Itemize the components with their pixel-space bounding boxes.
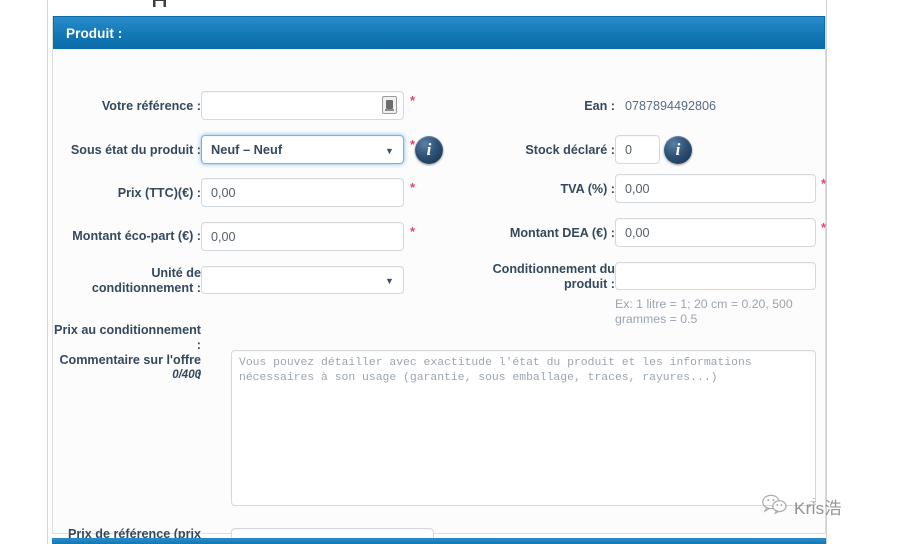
montant-dea-input[interactable] [615, 218, 816, 247]
panel-body: Votre référence : * Ean : 0787894492806 … [53, 49, 827, 544]
label-votre-reference: Votre référence : [101, 99, 201, 113]
stock-declare-input[interactable] [615, 135, 660, 164]
required-marker-votre-reference: * [410, 93, 416, 108]
tva-input[interactable] [615, 174, 816, 203]
label-tva: TVA (%) : [560, 182, 615, 196]
screen-root: Produit : Votre référence : * Ean : 0787… [0, 0, 900, 544]
required-marker-tva: * [821, 176, 827, 191]
label-prix-au-conditionnement: Prix au conditionnement : [54, 323, 201, 352]
sous-etat-du-produit-select[interactable]: Neuf – Neuf [201, 135, 404, 164]
label-sous-etat-du-produit: Sous état du produit : [70, 143, 201, 157]
watermark: Kris浩 [762, 494, 842, 519]
info-icon-sous-etat[interactable]: i [415, 136, 443, 164]
montant-eco-part-input[interactable] [201, 222, 404, 251]
next-panel-heading-strip [52, 538, 826, 544]
page-title: Produit : [66, 25, 123, 41]
label-stock-declare: Stock déclaré : [525, 143, 615, 157]
watermark-text: Kris浩 [794, 499, 842, 518]
label-montant-dea: Montant DEA (€) : [509, 226, 615, 240]
prix-ttc-input[interactable] [201, 178, 404, 207]
votre-reference-input[interactable] [201, 91, 404, 120]
commentaire-textarea[interactable] [231, 350, 816, 506]
unite-de-conditionnement-select[interactable] [201, 266, 404, 294]
conditionnement-hint: Ex: 1 litre = 1; 20 cm = 0.20, 500 gramm… [615, 297, 793, 326]
info-icon-stock-declare[interactable]: i [664, 136, 692, 164]
required-marker-montant-dea: * [821, 220, 827, 235]
wechat-icon [762, 494, 788, 519]
required-marker-montant-eco-part: * [410, 224, 416, 239]
required-marker-prix-ttc: * [410, 180, 416, 195]
ean-value: 0787894492806 [625, 99, 717, 113]
conditionnement-du-produit-input[interactable] [615, 262, 816, 290]
label-ean: Ean : [584, 99, 615, 113]
page-frame-left-rule [47, 0, 48, 544]
commentaire-char-counter: 0/400 [172, 369, 201, 381]
page-frame-right-rule [826, 0, 827, 544]
produit-panel: Produit : Votre référence : * Ean : 0787… [52, 16, 827, 544]
label-unite-de-conditionnement: Unité de conditionnement : [91, 266, 201, 295]
label-prix-ttc: Prix (TTC)(€) : [117, 186, 201, 200]
label-montant-eco-part: Montant éco-part (€) : [72, 229, 201, 243]
panel-heading: Produit : [53, 16, 825, 49]
label-conditionnement-du-produit: Conditionnement du produit : [492, 262, 615, 291]
reference-card-icon[interactable] [382, 96, 397, 114]
save-icon[interactable] [152, 0, 167, 7]
